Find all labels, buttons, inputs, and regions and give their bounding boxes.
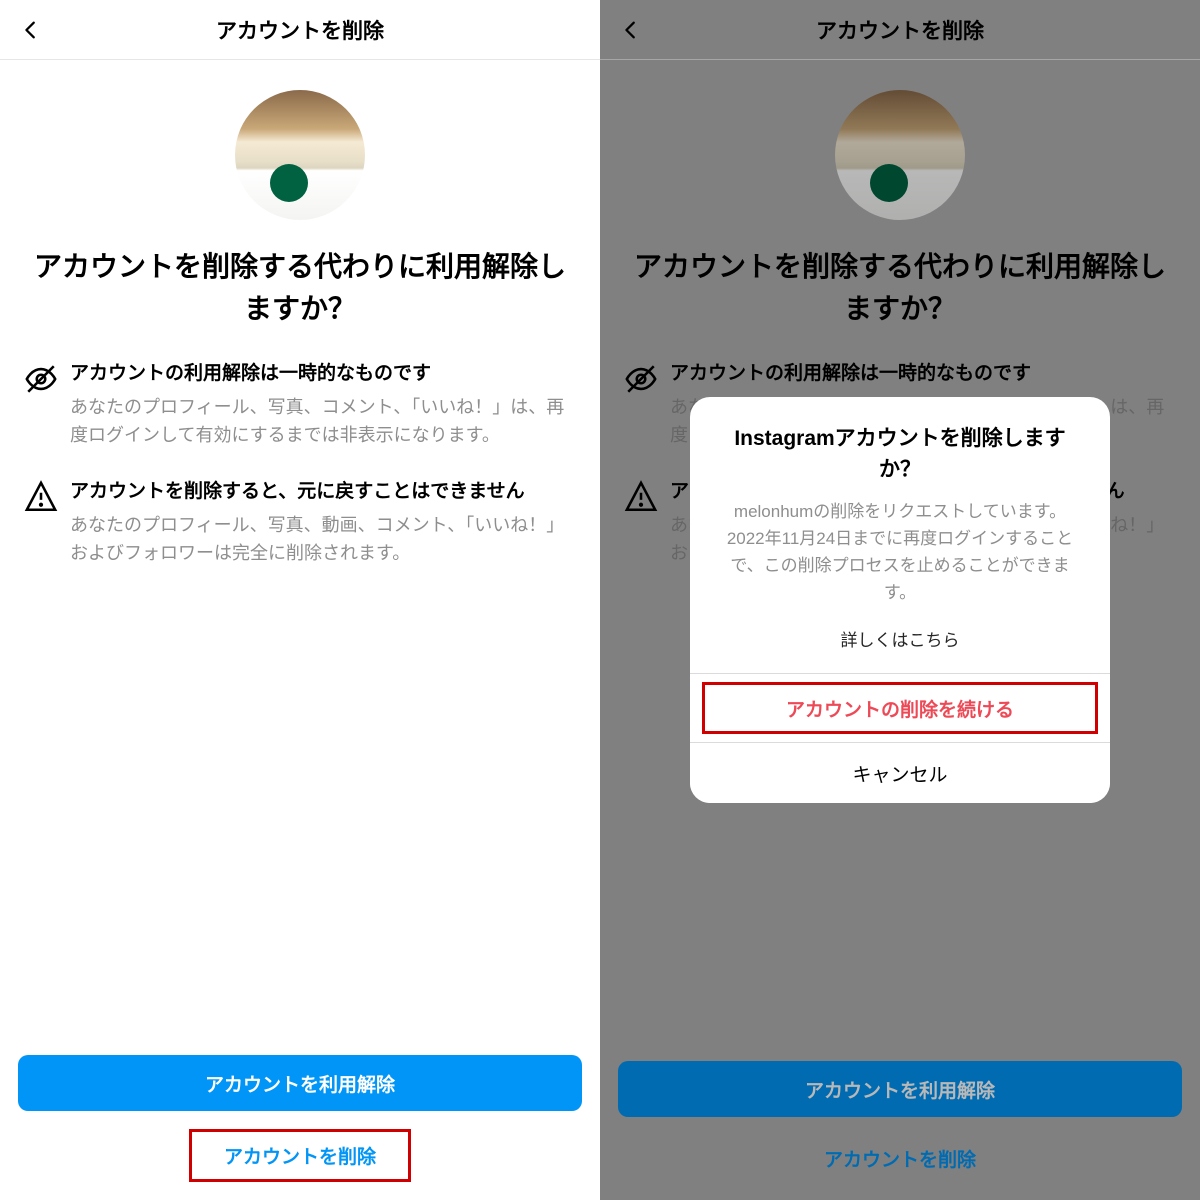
main-content: アカウントを削除する代わりに利用解除しますか？ アカウントの利用解除は一時的なも… bbox=[0, 60, 600, 1037]
modal-backdrop[interactable]: Instagramアカウントを削除しますか？ melonhumの削除をリクエスト… bbox=[600, 0, 1200, 1200]
screen-delete-account: アカウントを削除 アカウントを削除する代わりに利用解除しますか？ アカウントの利… bbox=[0, 0, 600, 1200]
avatar bbox=[235, 90, 365, 220]
delete-button[interactable]: アカウントを削除 bbox=[189, 1129, 411, 1182]
info-title: アカウントの利用解除は一時的なものです bbox=[70, 360, 576, 389]
screen-delete-confirm: アカウントを削除 アカウントを削除する代わりに利用解除しますか？ アカウントの利… bbox=[600, 0, 1200, 1200]
cancel-button[interactable]: キャンセル bbox=[690, 743, 1110, 803]
divider bbox=[690, 673, 1110, 674]
footer-actions: アカウントを利用解除 アカウントを削除 bbox=[0, 1037, 600, 1200]
info-deactivate: アカウントの利用解除は一時的なものです あなたのプロフィール、写真、コメント、「… bbox=[24, 360, 576, 450]
continue-delete-button[interactable]: アカウントの削除を続ける bbox=[702, 682, 1098, 734]
info-delete: アカウントを削除すると、元に戻すことはできません あなたのプロフィール、写真、動… bbox=[24, 478, 576, 568]
modal-title: Instagramアカウントを削除しますか？ bbox=[690, 397, 1110, 498]
headline: アカウントを削除する代わりに利用解除しますか？ bbox=[24, 246, 576, 330]
deactivate-button[interactable]: アカウントを利用解除 bbox=[18, 1055, 582, 1111]
page-title: アカウントを削除 bbox=[0, 15, 600, 45]
eye-off-icon bbox=[24, 360, 70, 450]
warning-icon bbox=[24, 478, 70, 568]
back-button[interactable] bbox=[16, 15, 46, 45]
header: アカウントを削除 bbox=[0, 0, 600, 60]
info-body: あなたのプロフィール、写真、動画、コメント、「いいね！」およびフォロワーは完全に… bbox=[70, 511, 576, 569]
info-title: アカウントを削除すると、元に戻すことはできません bbox=[70, 478, 576, 507]
confirm-delete-modal: Instagramアカウントを削除しますか？ melonhumの削除をリクエスト… bbox=[690, 397, 1110, 804]
info-body: あなたのプロフィール、写真、コメント、「いいね！」は、再度ログインして有効にする… bbox=[70, 393, 576, 451]
learn-more-link[interactable]: 詳しくはこちら bbox=[690, 622, 1110, 673]
modal-body: melonhumの削除をリクエストしています。2022年11月24日までに再度ロ… bbox=[690, 498, 1110, 623]
